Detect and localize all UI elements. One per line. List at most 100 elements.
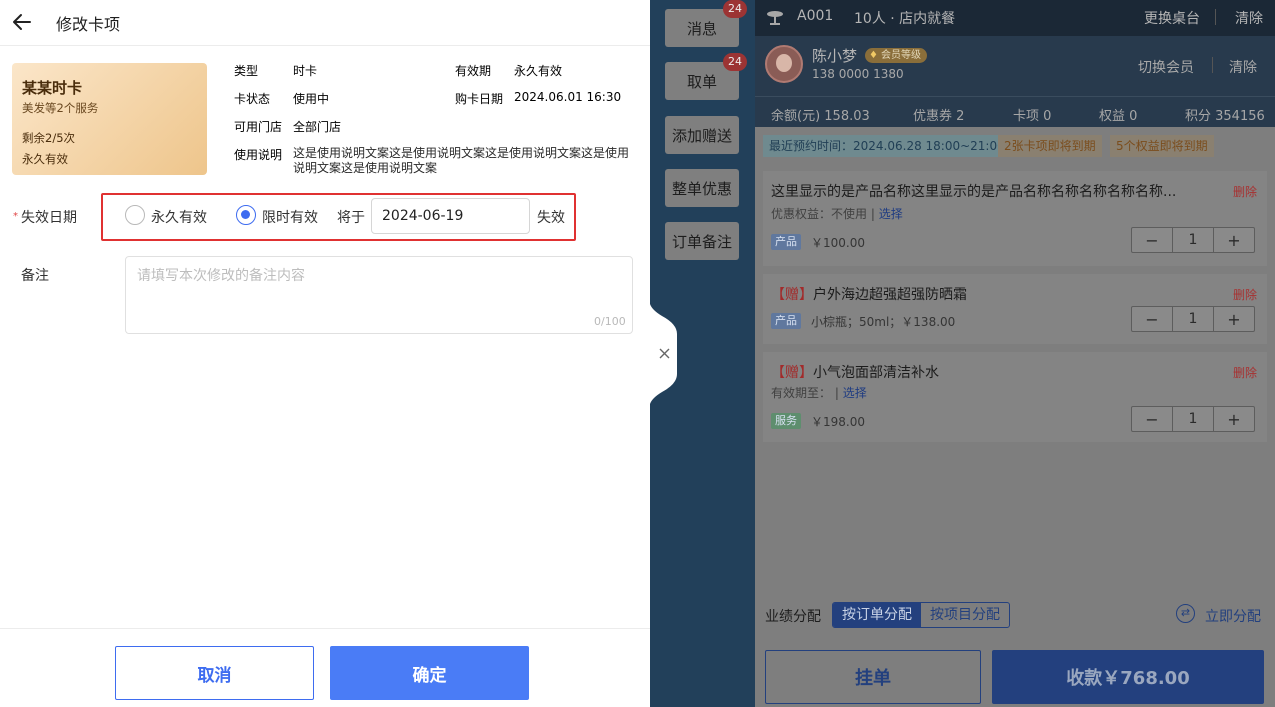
add-gift-button[interactable]: 添加赠送 [665,116,739,154]
hang-order-button[interactable]: 挂单 [765,650,981,704]
back-arrow-icon[interactable] [10,10,34,34]
expiry-label: * 失效日期 [13,210,77,226]
note-textarea[interactable] [125,256,633,334]
balance-stat[interactable]: 余额(元) 158.03 [771,105,870,124]
minus-button[interactable]: − [1132,407,1172,431]
delete-item-button[interactable]: 删除 [1233,364,1257,381]
minus-button[interactable]: − [1132,307,1172,331]
member-stats: 余额(元) 158.03 优惠券 2 卡项 0 权益 0 积分 354156 [755,96,1275,127]
cards-stat[interactable]: 卡项 0 [1013,105,1051,124]
reservation-tag: 最近预约时间：2024.06.28 18:00~21:00 [763,135,1011,157]
by-item-option[interactable]: 按项目分配 [921,603,1009,627]
guest-info: 10人 · 店内就餐 [854,11,956,27]
expiry-suffix: 失效 [537,210,565,226]
usage-value: 这是使用说明文案这是使用说明文案这是使用说明文案这是使用说明文案这是使用说明文案 [293,146,630,175]
messages-button[interactable]: 消息 24 [665,0,747,47]
expiry-date-input[interactable] [371,198,530,234]
item-type-tag: 服务 [771,413,801,429]
item-spec-price: 小棕瓶；50ml；￥138.00 [811,315,956,329]
clear-table-button[interactable]: 清除 [1235,8,1263,28]
quantity-value[interactable]: 1 [1172,407,1214,431]
order-note-button[interactable]: 订单备注 [665,222,739,260]
table-number: A001 [797,8,834,24]
coupons-stat[interactable]: 优惠券 2 [913,105,964,124]
rights-stat[interactable]: 权益 0 [1099,105,1137,124]
pos-cart-panel: A001 10人 · 店内就餐 更换桌台 清除 陈小梦 会员等级 138 000… [755,0,1275,707]
points-stat[interactable]: 积分 354156 [1185,105,1265,124]
type-label: 类型 [234,64,259,78]
stores-value: 全部门店 [293,120,342,134]
item-title: 【赠】户外海边超强超强防晒霜 [771,287,967,303]
card-validity: 永久有效 [22,152,68,166]
purchase-date-label: 购卡日期 [455,92,504,106]
item-type-tag: 产品 [771,234,801,250]
swap-icon[interactable]: ⇄ [1176,604,1195,623]
select-discount-link[interactable]: 选择 [879,207,903,221]
allocate-now-button[interactable]: 立即分配 [1205,606,1261,626]
item-discount: 优惠权益：不使用 | 选择 [771,207,903,221]
card-name: 某某时卡 [22,79,83,97]
limited-radio[interactable] [236,205,256,225]
permanent-radio[interactable] [125,205,145,225]
dialog-footer: 取消 确定 [0,628,650,707]
item-type-tag: 产品 [771,313,801,329]
performance-label: 业绩分配 [765,609,821,625]
minus-button[interactable]: − [1132,228,1172,252]
table-icon [767,11,783,25]
card-preview: 某某时卡 美发等2个服务 剩余2/5次 永久有效 [12,63,207,175]
quantity-value[interactable]: 1 [1172,307,1214,331]
change-table-button[interactable]: 更换桌台 [1144,8,1200,28]
cards-expiring-tag[interactable]: 2张卡项即将到期 [998,135,1102,157]
plus-button[interactable]: + [1214,307,1254,331]
status-label: 卡状态 [234,92,271,106]
rights-expiring-tag[interactable]: 5个权益即将到期 [1110,135,1214,157]
limited-option-label[interactable]: 限时有效 [262,207,318,227]
stores-label: 可用门店 [234,120,283,134]
confirm-button[interactable]: 确定 [330,646,529,700]
usage-label: 使用说明 [234,148,283,162]
char-count: 0/100 [594,315,626,328]
allocation-mode-toggle: 按订单分配 按项目分配 [832,602,1010,628]
avatar [765,45,803,83]
plus-button[interactable]: + [1214,407,1254,431]
permanent-option-label[interactable]: 永久有效 [151,207,207,227]
purchase-date-value: 2024.06.01 16:30 [514,90,622,104]
quantity-stepper: − 1 + [1131,406,1255,432]
cart-item: 【赠】户外海边超强超强防晒霜 删除 产品 小棕瓶；50ml；￥138.00 − … [763,274,1267,344]
clear-member-button[interactable]: 清除 [1229,57,1257,77]
item-title: 【赠】小气泡面部清洁补水 [771,365,939,381]
note-label: 备注 [21,268,49,284]
type-value: 时卡 [293,64,318,78]
card-remaining: 剩余2/5次 [22,131,76,145]
quantity-stepper: − 1 + [1131,306,1255,332]
member-info: 陈小梦 会员等级 138 0000 1380 切换会员 清除 余额(元) 158… [755,36,1275,127]
order-discount-button[interactable]: 整单优惠 [665,169,739,207]
performance-allocation: 业绩分配 按订单分配 按项目分配 ⇄ 立即分配 [755,598,1275,632]
edit-card-panel: 修改卡项 某某时卡 美发等2个服务 剩余2/5次 永久有效 类型 时卡 有效期 … [0,0,650,707]
plus-button[interactable]: + [1214,228,1254,252]
checkout-button[interactable]: 收款￥768.00 [992,650,1264,704]
cart-item: 这里显示的是产品名称这里显示的是产品名称名称名称名称名称... 删除 优惠权益：… [763,171,1267,266]
page-title: 修改卡项 [56,15,121,34]
member-phone: 138 0000 1380 [812,67,904,81]
expiry-prefix: 将于 [337,210,365,226]
status-value: 使用中 [293,92,330,106]
delete-item-button[interactable]: 删除 [1233,286,1257,303]
messages-badge: 24 [723,0,747,18]
quantity-value[interactable]: 1 [1172,228,1214,252]
cancel-button[interactable]: 取消 [115,646,314,700]
delete-item-button[interactable]: 删除 [1233,183,1257,200]
switch-member-button[interactable]: 切换会员 [1138,57,1194,77]
table-bar: A001 10人 · 店内就餐 更换桌台 清除 [755,0,1275,36]
item-title: 这里显示的是产品名称这里显示的是产品名称名称名称名称名称... [771,184,1177,200]
item-validity: 有效期至： | 选择 [771,386,867,400]
by-order-option[interactable]: 按订单分配 [833,603,921,627]
valid-period-label: 有效期 [455,64,492,78]
quantity-stepper: − 1 + [1131,227,1255,253]
close-drawer-tab[interactable] [650,304,679,404]
item-price: ￥100.00 [811,236,865,250]
panel-header: 修改卡项 [0,0,650,46]
pickup-order-button[interactable]: 取单 24 [665,53,747,100]
select-validity-link[interactable]: 选择 [843,386,867,400]
item-price: ￥198.00 [811,415,865,429]
